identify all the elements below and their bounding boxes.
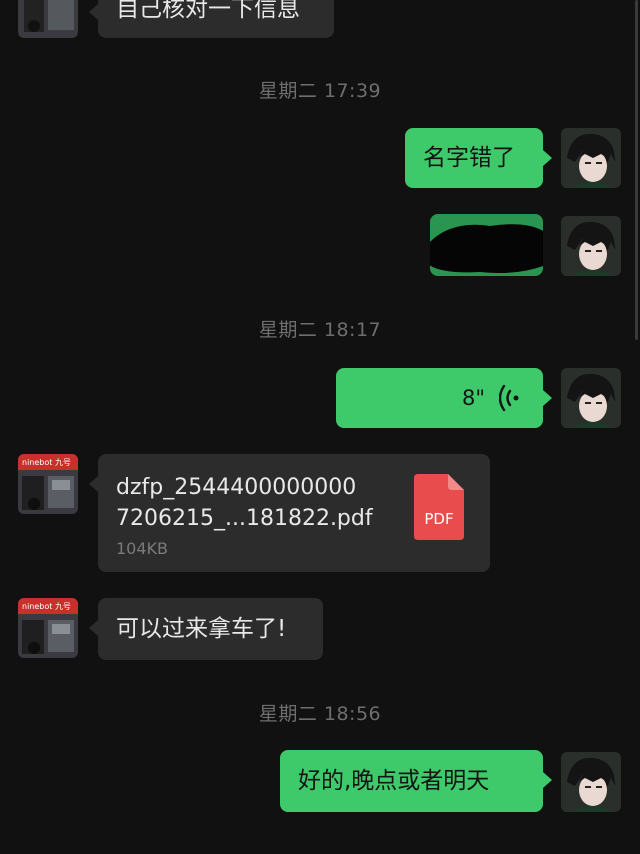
file-name: dzfp_2544400000000 7206215_...181822.pdf: [116, 472, 373, 534]
outgoing-image-bubble[interactable]: [430, 214, 543, 276]
scrollbar[interactable]: [635, 0, 638, 340]
message-text: 可以过来拿车了!: [116, 616, 287, 642]
anime-avatar-image: [561, 128, 621, 188]
shop-avatar-image: ninebot 九号: [18, 598, 78, 658]
redacted-content-image: [430, 214, 543, 276]
outgoing-message-bubble[interactable]: 好的,晚点或者明天: [280, 750, 552, 812]
anime-avatar-image: [561, 752, 621, 812]
voice-wave-icon: [498, 384, 521, 420]
pdf-badge-label: PDF: [424, 510, 454, 528]
voice-duration: 8": [461, 386, 485, 410]
svg-text:ninebot 九号: ninebot 九号: [22, 458, 71, 467]
message-text: 名字错了: [423, 145, 515, 171]
message-timestamp: 星期二 17:39: [258, 80, 382, 102]
message-timestamp: 星期二 18:17: [258, 319, 382, 341]
incoming-message-bubble[interactable]: 自己核对一下信息: [89, 0, 334, 38]
message-timestamp: 星期二 18:56: [258, 703, 382, 725]
outgoing-message-bubble[interactable]: 名字错了: [405, 128, 552, 188]
shop-avatar-image: [18, 0, 78, 38]
message-text: 好的,晚点或者明天: [298, 768, 490, 794]
file-name-line2: 7206215_...181822.pdf: [116, 506, 373, 531]
file-message-bubble[interactable]: dzfp_2544400000000 7206215_...181822.pdf…: [89, 454, 490, 572]
my-avatar[interactable]: [561, 752, 621, 812]
shop-avatar[interactable]: ninebot 九号: [18, 598, 78, 658]
shop-avatar[interactable]: [18, 0, 78, 38]
pdf-file-icon: PDF: [414, 474, 464, 540]
message-text: 自己核对一下信息: [116, 0, 300, 22]
voice-message-bubble[interactable]: 8": [336, 368, 552, 428]
file-size: 104KB: [116, 539, 169, 558]
svg-text:ninebot 九号: ninebot 九号: [22, 602, 71, 611]
shop-avatar[interactable]: ninebot 九号: [18, 454, 78, 514]
anime-avatar-image: [561, 216, 621, 276]
my-avatar[interactable]: [561, 216, 621, 276]
incoming-message-bubble[interactable]: 可以过来拿车了!: [89, 598, 323, 660]
my-avatar[interactable]: [561, 128, 621, 188]
file-name-line1: dzfp_2544400000000: [116, 475, 357, 500]
my-avatar[interactable]: [561, 368, 621, 428]
shop-avatar-image: ninebot 九号: [18, 454, 78, 514]
anime-avatar-image: [561, 368, 621, 428]
